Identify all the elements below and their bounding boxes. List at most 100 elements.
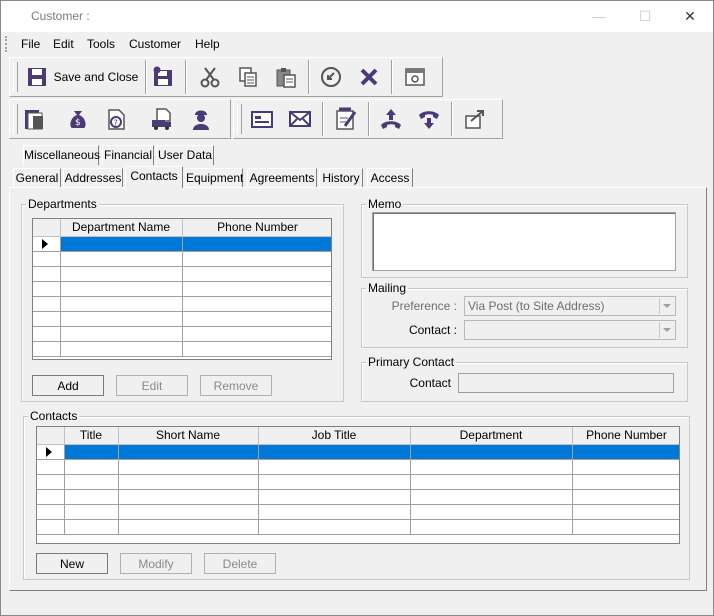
view-button[interactable] [401, 62, 429, 92]
new-contact-button[interactable]: New [36, 553, 108, 574]
grid-corner [33, 219, 61, 237]
toolbar-grip [13, 62, 18, 92]
tab-equipment[interactable]: Equipment [185, 168, 243, 188]
menu-grip [5, 36, 9, 52]
help-document-button[interactable]: ? [102, 104, 130, 134]
toolbar-separator [451, 102, 453, 136]
primary-contact-field[interactable] [458, 373, 674, 393]
table-row[interactable] [37, 474, 679, 490]
menu-file[interactable]: File [21, 37, 40, 51]
svg-text:$: $ [75, 118, 81, 128]
column-header[interactable]: Department Name [60, 219, 183, 237]
table-row[interactable] [33, 311, 331, 327]
toolbar-communication [233, 99, 503, 139]
tab-user-data[interactable]: User Data [156, 145, 214, 165]
toolbar-separator [145, 60, 147, 94]
table-row[interactable] [33, 296, 331, 312]
save-and-close-button[interactable]: Save and Close [22, 62, 142, 92]
column-header[interactable]: Job Title [258, 427, 411, 445]
paste-icon [276, 68, 296, 88]
save-new-button[interactable] [149, 62, 177, 92]
primary-contact-title: Primary Contact [366, 355, 457, 369]
money-bag-button[interactable]: $ [64, 104, 92, 134]
undo-button[interactable] [317, 62, 345, 92]
table-row[interactable] [33, 326, 331, 342]
edit-department-button[interactable]: Edit [116, 375, 188, 396]
menu-tools[interactable]: Tools [87, 37, 115, 51]
tab-access[interactable]: Access [367, 168, 413, 188]
title-bar: Customer : — ☐ ✕ [1, 1, 713, 32]
technician-button[interactable] [187, 104, 215, 134]
card-button[interactable] [248, 104, 276, 134]
tab-financial[interactable]: Financial [102, 145, 154, 165]
menu-bar: File Edit Tools Customer Help [1, 33, 713, 55]
column-header[interactable]: Phone Number [182, 219, 331, 237]
maximize-button[interactable]: ☐ [622, 1, 668, 32]
svg-text:?: ? [114, 119, 118, 128]
close-button[interactable]: ✕ [667, 1, 713, 32]
phone-outgoing-button[interactable] [415, 104, 443, 134]
view-icon [405, 68, 425, 86]
book-button[interactable] [20, 104, 48, 134]
memo-textarea[interactable] [372, 212, 676, 271]
table-row[interactable] [33, 236, 331, 252]
notepad-button[interactable] [332, 104, 360, 134]
row-pointer-icon [46, 446, 52, 457]
table-row[interactable] [37, 444, 679, 460]
book-icon [25, 110, 43, 130]
memo-title: Memo [366, 197, 404, 211]
table-row[interactable] [33, 281, 331, 297]
phone-outgoing-icon [419, 111, 439, 129]
tab-agreements[interactable]: Agreements [247, 168, 317, 188]
document-truck-button[interactable] [148, 104, 176, 134]
table-row[interactable] [33, 341, 331, 357]
contacts-grid[interactable]: Title Short Name Job Title Department Ph… [36, 426, 680, 544]
copy-icon [239, 67, 257, 87]
toolbar-grip [13, 104, 18, 134]
toolbar-main: Save and Close [9, 57, 443, 97]
toolbar-separator [308, 60, 310, 94]
add-department-button[interactable]: Add [32, 375, 104, 396]
row-pointer-icon [42, 238, 48, 249]
column-header[interactable]: Phone Number [572, 427, 679, 445]
menu-help[interactable]: Help [195, 37, 220, 51]
table-row[interactable] [37, 489, 679, 505]
toolbar-grip [237, 104, 242, 134]
tab-general[interactable]: General [13, 168, 61, 188]
menu-customer[interactable]: Customer [129, 37, 181, 51]
delete-button[interactable] [355, 62, 383, 92]
remove-department-button[interactable]: Remove [200, 375, 272, 396]
tab-miscellaneous[interactable]: Miscellaneous [23, 145, 100, 165]
card-icon [251, 111, 273, 128]
tab-history[interactable]: History [319, 168, 363, 188]
tab-addresses[interactable]: Addresses [63, 168, 123, 188]
phone-incoming-button[interactable] [377, 104, 405, 134]
column-header[interactable]: Short Name [118, 427, 259, 445]
transfer-button[interactable] [461, 104, 489, 134]
table-row[interactable] [33, 266, 331, 282]
column-header[interactable]: Department [410, 427, 573, 445]
mailing-contact-select[interactable] [464, 320, 676, 340]
menu-edit[interactable]: Edit [53, 37, 74, 51]
minimize-button[interactable]: — [576, 1, 622, 32]
tab-contacts[interactable]: Contacts [125, 166, 183, 188]
modify-contact-button[interactable]: Modify [120, 553, 192, 574]
envelope-button[interactable] [286, 104, 314, 134]
table-row[interactable] [37, 519, 679, 535]
copy-button[interactable] [234, 62, 262, 92]
departments-grid[interactable]: Department Name Phone Number [32, 218, 332, 360]
row-indicator [33, 236, 61, 252]
preference-select[interactable]: Via Post (to Site Address) [464, 296, 676, 316]
document-truck-icon [152, 108, 171, 130]
status-bar [9, 597, 707, 609]
cut-button[interactable] [196, 62, 224, 92]
paste-button[interactable] [272, 62, 300, 92]
column-header[interactable]: Title [64, 427, 119, 445]
chevron-down-icon [659, 298, 674, 314]
delete-contact-button[interactable]: Delete [204, 553, 276, 574]
table-row[interactable] [37, 459, 679, 475]
contacts-title: Contacts [28, 409, 80, 423]
table-row[interactable] [37, 504, 679, 520]
technician-icon [193, 110, 209, 130]
table-row[interactable] [33, 251, 331, 267]
